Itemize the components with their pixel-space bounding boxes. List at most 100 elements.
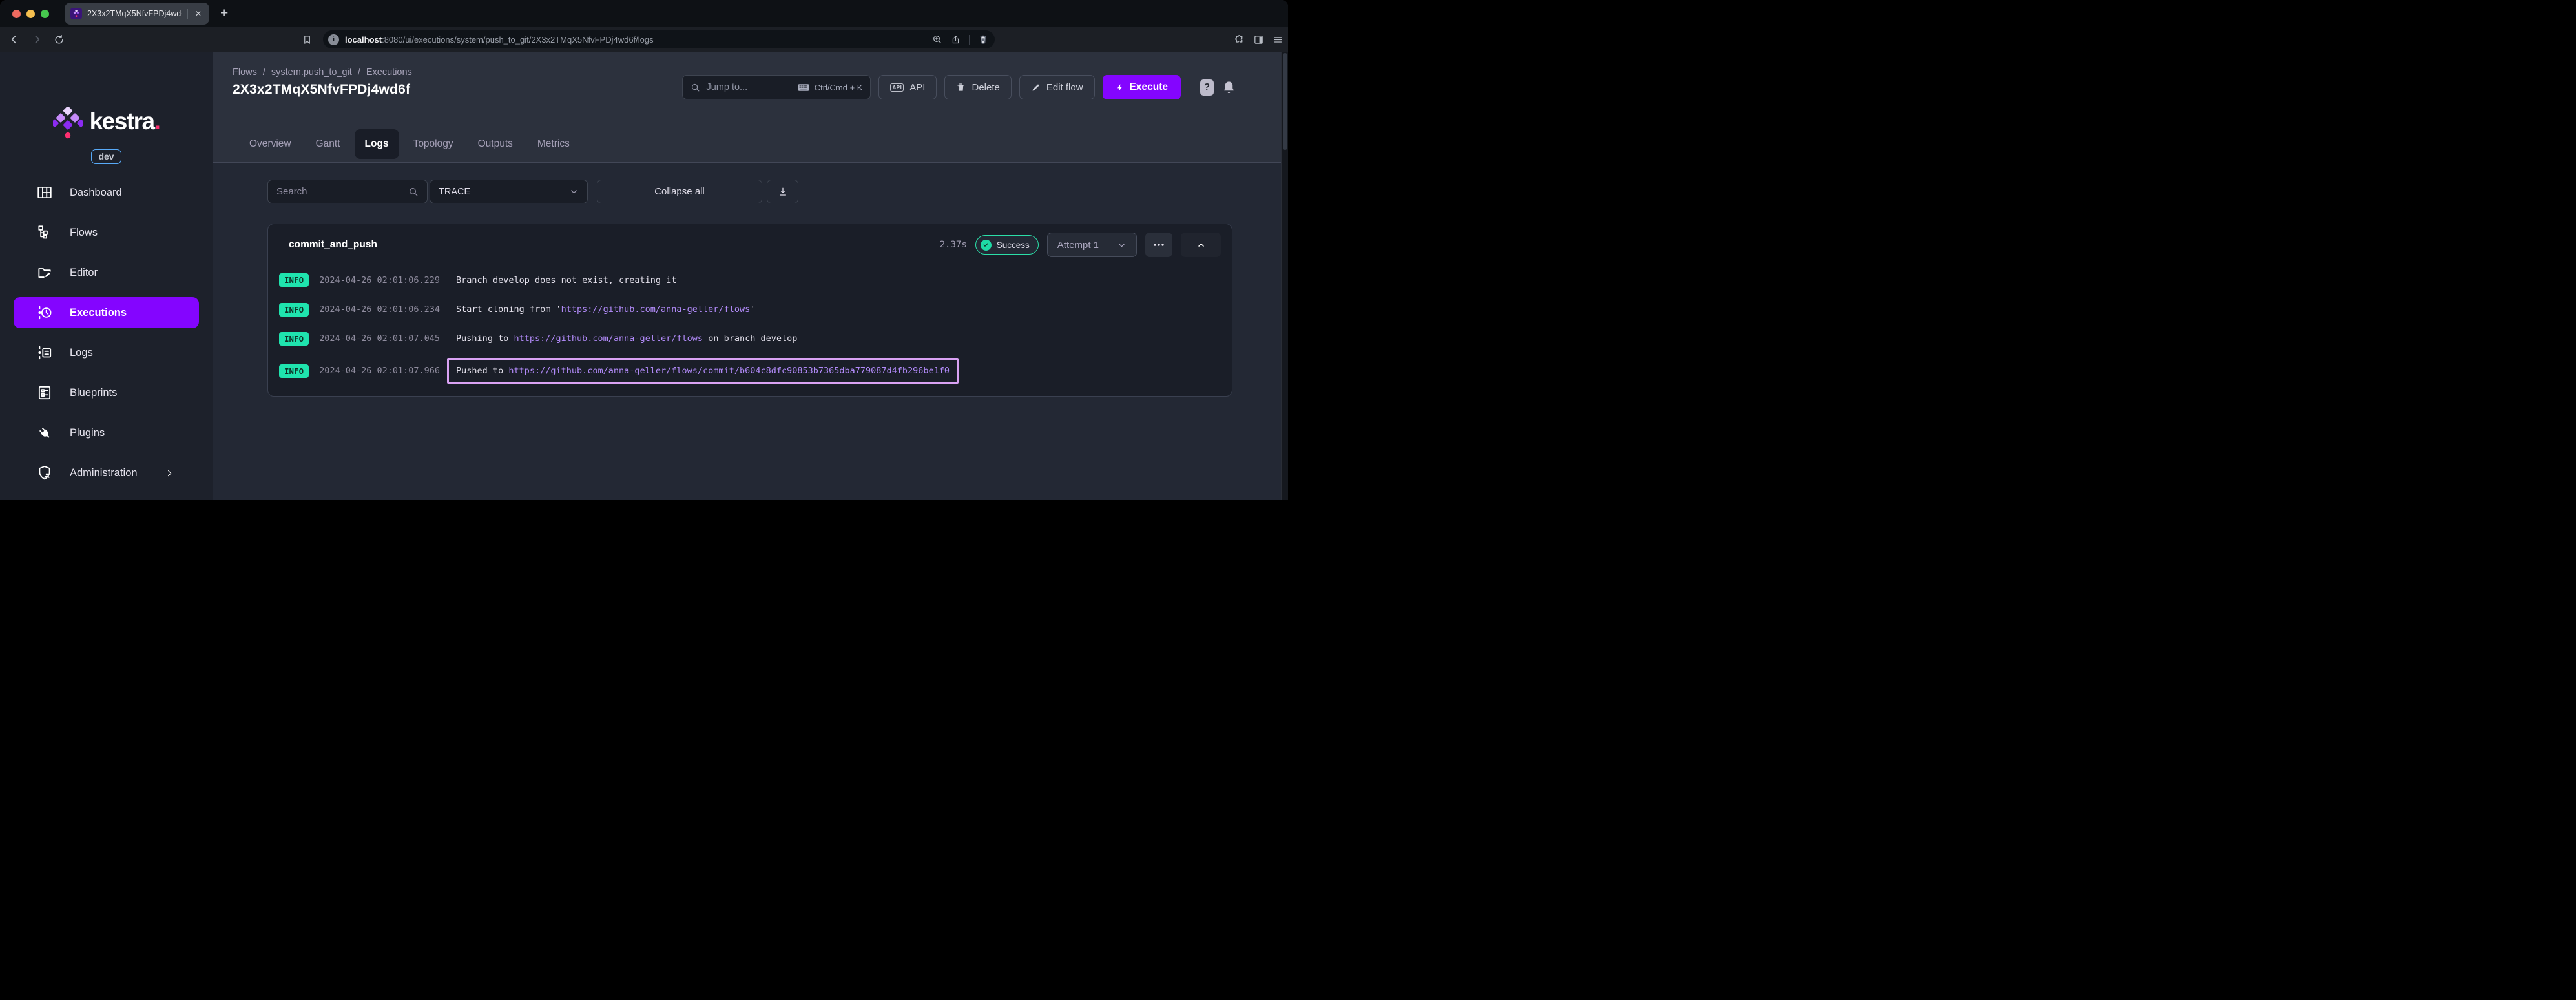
delete-button[interactable]: Delete <box>944 75 1012 99</box>
trash-icon <box>957 83 965 91</box>
status-badge: Success <box>975 235 1039 255</box>
log-text: Pushed to <box>456 366 509 376</box>
url-bar[interactable]: i localhost:8080/ui/executions/system/pu… <box>323 30 995 48</box>
window-minimize-button[interactable] <box>26 9 35 18</box>
environment-badge: dev <box>91 149 121 164</box>
log-search-input[interactable] <box>276 186 408 197</box>
logs-icon <box>36 344 53 362</box>
log-link[interactable]: https://github.com/anna-geller/flows/com… <box>508 366 950 376</box>
urlbar-divider <box>969 34 970 45</box>
browser-tabstrip: 2X3x2TMqX5NfvFPDj4wd6f ✕ + <box>0 0 1288 27</box>
sidebar-item-label: Blueprints <box>70 386 118 399</box>
keyboard-icon <box>798 83 809 91</box>
sidebar-item-executions[interactable]: Executions <box>14 297 199 328</box>
site-info-icon[interactable]: i <box>328 34 339 45</box>
log-text: on branch develop <box>703 333 798 344</box>
url-path: :8080/ui/executions/system/push_to_git/2… <box>382 34 654 45</box>
log-text: Branch develop does not exist, creating … <box>456 275 677 286</box>
menu-hamburger-icon[interactable] <box>1272 35 1283 45</box>
sidebar-item-plugins[interactable]: Plugins <box>14 417 199 448</box>
log-text: ' <box>750 304 756 315</box>
browser-tab[interactable]: 2X3x2TMqX5NfvFPDj4wd6f ✕ <box>65 3 209 25</box>
kestra-logo[interactable]: kestra. <box>0 107 213 139</box>
ellipsis-icon <box>1154 244 1164 246</box>
bookmark-icon[interactable] <box>302 34 312 45</box>
breadcrumb-item[interactable]: system.push_to_git <box>271 67 352 78</box>
download-icon <box>779 187 786 196</box>
sidebar-item-administration[interactable]: Administration <box>14 457 199 488</box>
sidebar-item-logs[interactable]: Logs <box>14 337 199 368</box>
notifications-bell-icon[interactable] <box>1221 79 1236 95</box>
download-logs-button[interactable] <box>767 180 798 203</box>
edit-flow-button[interactable]: Edit flow <box>1019 75 1095 99</box>
sidebar-item-label: Executions <box>70 306 127 318</box>
sidebar-item-label: Logs <box>70 346 93 359</box>
log-level-select[interactable]: TRACE <box>430 180 588 203</box>
task-menu-button[interactable] <box>1145 233 1172 257</box>
tab-overview[interactable]: Overview <box>239 129 302 159</box>
log-text: Pushing to <box>456 333 514 344</box>
highlighted-log-box: Pushed to https://github.com/anna-geller… <box>447 358 959 384</box>
task-name: commit_and_push <box>289 239 377 250</box>
tab-close-icon[interactable]: ✕ <box>193 9 203 18</box>
collapse-all-button[interactable]: Collapse all <box>597 180 762 203</box>
log-search-field[interactable] <box>267 180 428 203</box>
log-message: Branch develop does not exist, creating … <box>456 275 676 286</box>
sidebar-item-label: Administration <box>70 466 138 479</box>
jump-to-search[interactable]: Jump to... Ctrl/Cmd + K <box>682 75 871 99</box>
help-button[interactable]: ? <box>1200 79 1214 96</box>
log-row: INFO 2024-04-26 02:01:07.045 Pushing to ht… <box>279 324 1221 353</box>
log-message: Start cloning from 'https://github.com/a… <box>456 304 755 315</box>
execution-tabs: Overview Gantt Logs Topology Outputs Metrics <box>239 129 580 159</box>
breadcrumb-item[interactable]: Executions <box>366 67 412 78</box>
log-timestamp: 2024-04-26 02:01:06.229 <box>319 275 441 286</box>
shortcut-hint: Ctrl/Cmd + K <box>798 83 862 92</box>
sidebar-panel-icon[interactable] <box>1253 34 1264 45</box>
execute-button[interactable]: Execute <box>1102 75 1181 99</box>
tab-separator <box>187 8 188 19</box>
new-tab-button[interactable]: + <box>220 6 228 21</box>
extensions-icon[interactable] <box>1234 34 1245 45</box>
api-icon: API <box>890 83 904 92</box>
tab-metrics[interactable]: Metrics <box>527 129 580 159</box>
log-level-badge: INFO <box>279 302 309 317</box>
back-icon[interactable] <box>8 34 20 45</box>
log-text: Start cloning from ' <box>456 304 561 315</box>
tab-topology[interactable]: Topology <box>403 129 464 159</box>
forward-icon[interactable] <box>31 34 43 45</box>
sidebar-item-flows[interactable]: Flows <box>14 217 199 248</box>
search-icon <box>692 83 700 91</box>
plugins-icon <box>36 424 53 442</box>
kestra-wordmark: kestra. <box>89 108 161 134</box>
scrollbar-thumb[interactable] <box>1283 53 1287 150</box>
sidebar-item-blueprints[interactable]: Blueprints <box>14 377 199 408</box>
attempt-value: Attempt 1 <box>1057 239 1099 251</box>
window-close-button[interactable] <box>12 9 21 18</box>
log-level-badge: INFO <box>279 331 309 346</box>
breadcrumb-item[interactable]: Flows <box>233 67 257 78</box>
sidebar-item-editor[interactable]: Editor <box>14 257 199 288</box>
log-link[interactable]: https://github.com/anna-geller/flows <box>514 333 703 344</box>
window-zoom-button[interactable] <box>41 9 49 18</box>
content-area: TRACE Collapse all commit_and_push <box>213 163 1288 500</box>
api-button[interactable]: API API <box>878 75 937 99</box>
sidebar-item-label: Flows <box>70 226 98 238</box>
page-header: Flows / system.push_to_git / Executions 2X3x… <box>213 52 1288 163</box>
share-icon[interactable] <box>951 34 961 45</box>
log-link[interactable]: https://github.com/anna-geller/flows <box>561 304 751 315</box>
reload-icon[interactable] <box>54 34 65 45</box>
url-text: localhost:8080/ui/executions/system/push… <box>345 35 654 45</box>
sidebar-item-dashboard[interactable]: Dashboard <box>14 177 199 208</box>
collapse-task-button[interactable] <box>1181 233 1221 257</box>
tab-gantt[interactable]: Gantt <box>306 129 351 159</box>
chevron-up-icon <box>1198 243 1204 247</box>
attempt-select[interactable]: Attempt 1 <box>1046 233 1137 257</box>
tab-logs[interactable]: Logs <box>354 129 399 159</box>
zoom-page-icon[interactable] <box>932 34 942 45</box>
brave-shield-icon[interactable] <box>978 34 988 45</box>
page-scrollbar[interactable] <box>1281 52 1288 500</box>
log-message: Pushing to https://github.com/anna-gelle… <box>456 333 797 344</box>
task-log-card-header: commit_and_push 2.37s Success Attempt 1 <box>268 224 1232 266</box>
sidebar-item-label: Editor <box>70 266 98 278</box>
tab-outputs[interactable]: Outputs <box>468 129 523 159</box>
